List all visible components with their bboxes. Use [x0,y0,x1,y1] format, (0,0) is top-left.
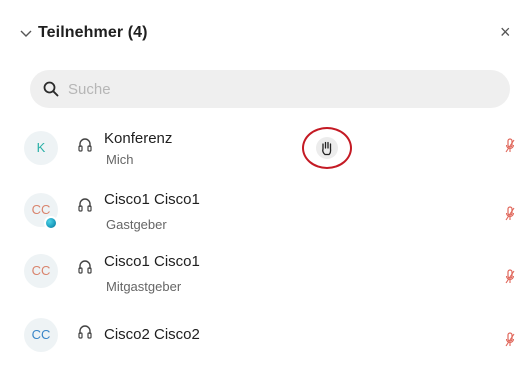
avatar: CC [24,318,58,352]
presence-badge [44,216,58,230]
participant-role: Gastgeber [106,217,167,232]
close-icon[interactable]: × [500,21,518,43]
search-field[interactable] [30,70,510,108]
participant-row[interactable]: CC Cisco2 Cisco2 [0,308,518,364]
headset-icon [78,198,92,212]
avatar: K [24,131,58,165]
raised-hand-button[interactable] [302,127,352,169]
mic-muted-icon[interactable] [505,269,515,285]
mic-muted-icon[interactable] [505,206,515,222]
panel-header: Teilnehmer (4) × [0,18,518,48]
participant-name: Konferenz [104,130,173,147]
headset-icon [78,260,92,274]
participant-name: Cisco1 Cisco1 [104,191,200,208]
participant-role: Mich [106,152,134,167]
panel-title: Teilnehmer (4) [38,24,148,41]
participant-row[interactable]: K Konferenz Mich [0,118,518,174]
headset-icon [78,325,92,339]
search-icon [43,81,59,97]
participant-role: Mitgastgeber [106,279,182,294]
participant-row[interactable]: CC Cisco1 Cisco1 Mitgastgeber [0,245,518,301]
participants-panel: Teilnehmer (4) × K Konferenz Mich [0,0,518,365]
mic-muted-icon[interactable] [505,332,515,348]
participant-row[interactable]: CC Cisco1 Cisco1 Gastgeber [0,182,518,238]
participant-name: Cisco2 Cisco2 [104,326,200,343]
mic-muted-icon[interactable] [505,138,515,154]
headset-icon [78,138,92,152]
raised-hand-icon [322,141,332,156]
participant-name: Cisco1 Cisco1 [104,253,200,270]
avatar: CC [24,254,58,288]
chevron-down-icon[interactable] [16,22,36,44]
search-input[interactable] [68,79,468,99]
